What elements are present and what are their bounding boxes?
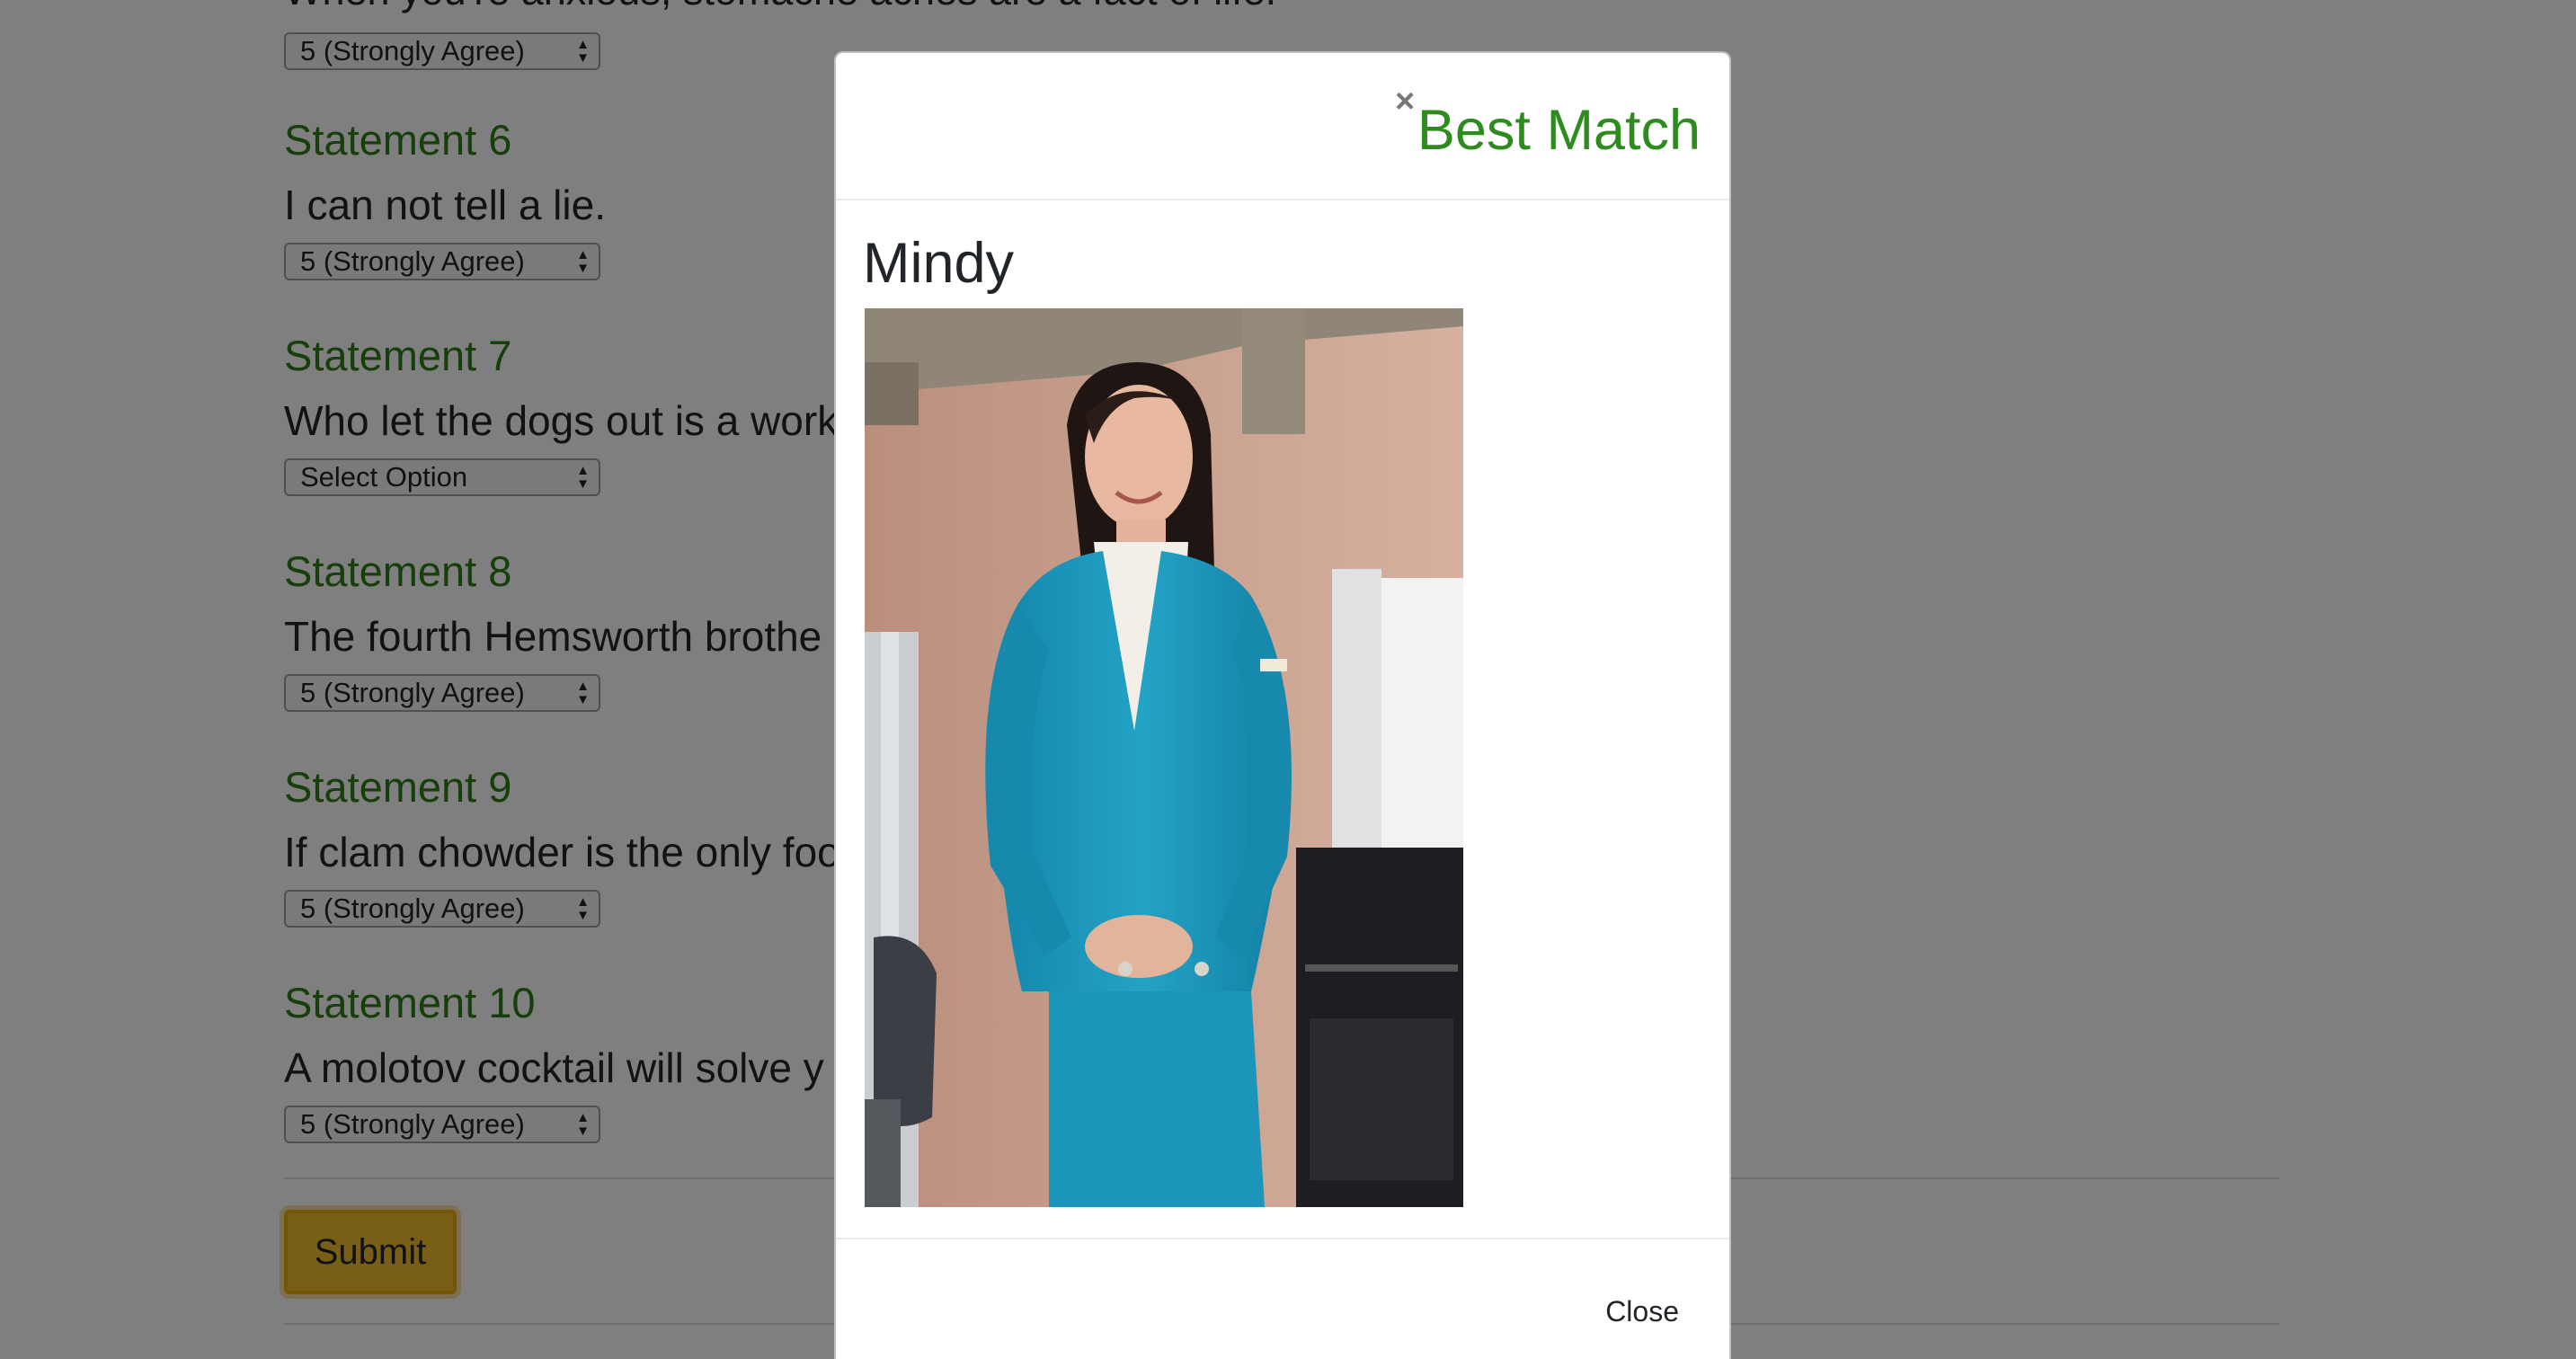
best-match-modal: × Best Match Mindy Close — [834, 51, 1731, 1359]
page: When you're anxious, stomache aches are … — [0, 0, 2576, 1359]
modal-header: × Best Match — [836, 53, 1729, 200]
modal-title: Best Match — [1417, 99, 1701, 162]
match-name: Mindy — [863, 232, 1015, 295]
close-icon[interactable]: × — [1395, 84, 1415, 120]
match-photo — [865, 308, 1463, 1207]
close-button[interactable]: Close — [1605, 1293, 1679, 1329]
modal-footer: Close — [836, 1238, 1729, 1359]
